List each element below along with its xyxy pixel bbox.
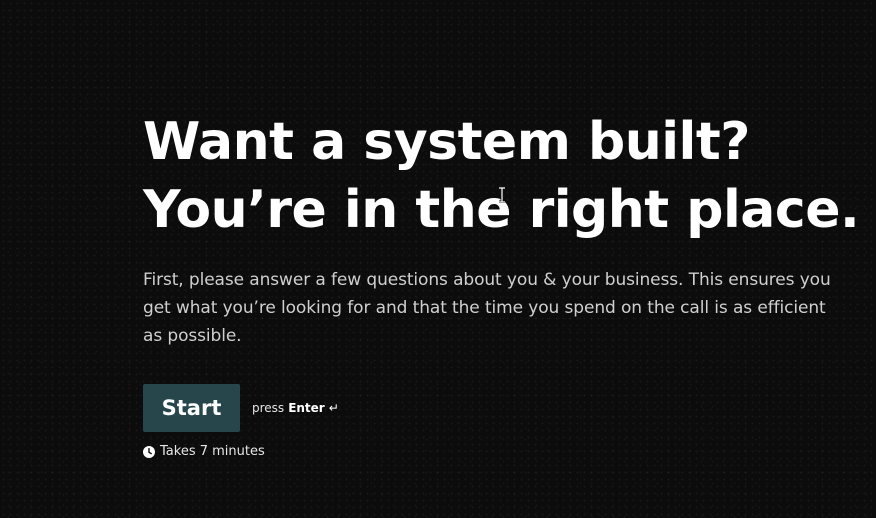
hint-key: Enter xyxy=(288,401,325,415)
start-button[interactable]: Start xyxy=(143,384,240,432)
clock-icon xyxy=(143,445,155,458)
title-line-1: Want a system built? xyxy=(143,112,750,172)
start-actions: Start press Enter ↵ xyxy=(143,384,853,432)
text-cursor-icon xyxy=(497,186,507,204)
intro-panel: Want a system built? You’re in the right… xyxy=(143,108,860,459)
enter-key-icon: ↵ xyxy=(328,401,339,415)
duration-note: Takes 7 minutes xyxy=(143,444,853,459)
page-title: Want a system built? You’re in the right… xyxy=(143,108,860,244)
duration-text: Takes 7 minutes xyxy=(160,444,265,459)
intro-description: First, please answer a few questions abo… xyxy=(143,270,831,346)
hint-prefix: press xyxy=(252,401,285,415)
enter-hint: press Enter ↵ xyxy=(252,401,339,415)
